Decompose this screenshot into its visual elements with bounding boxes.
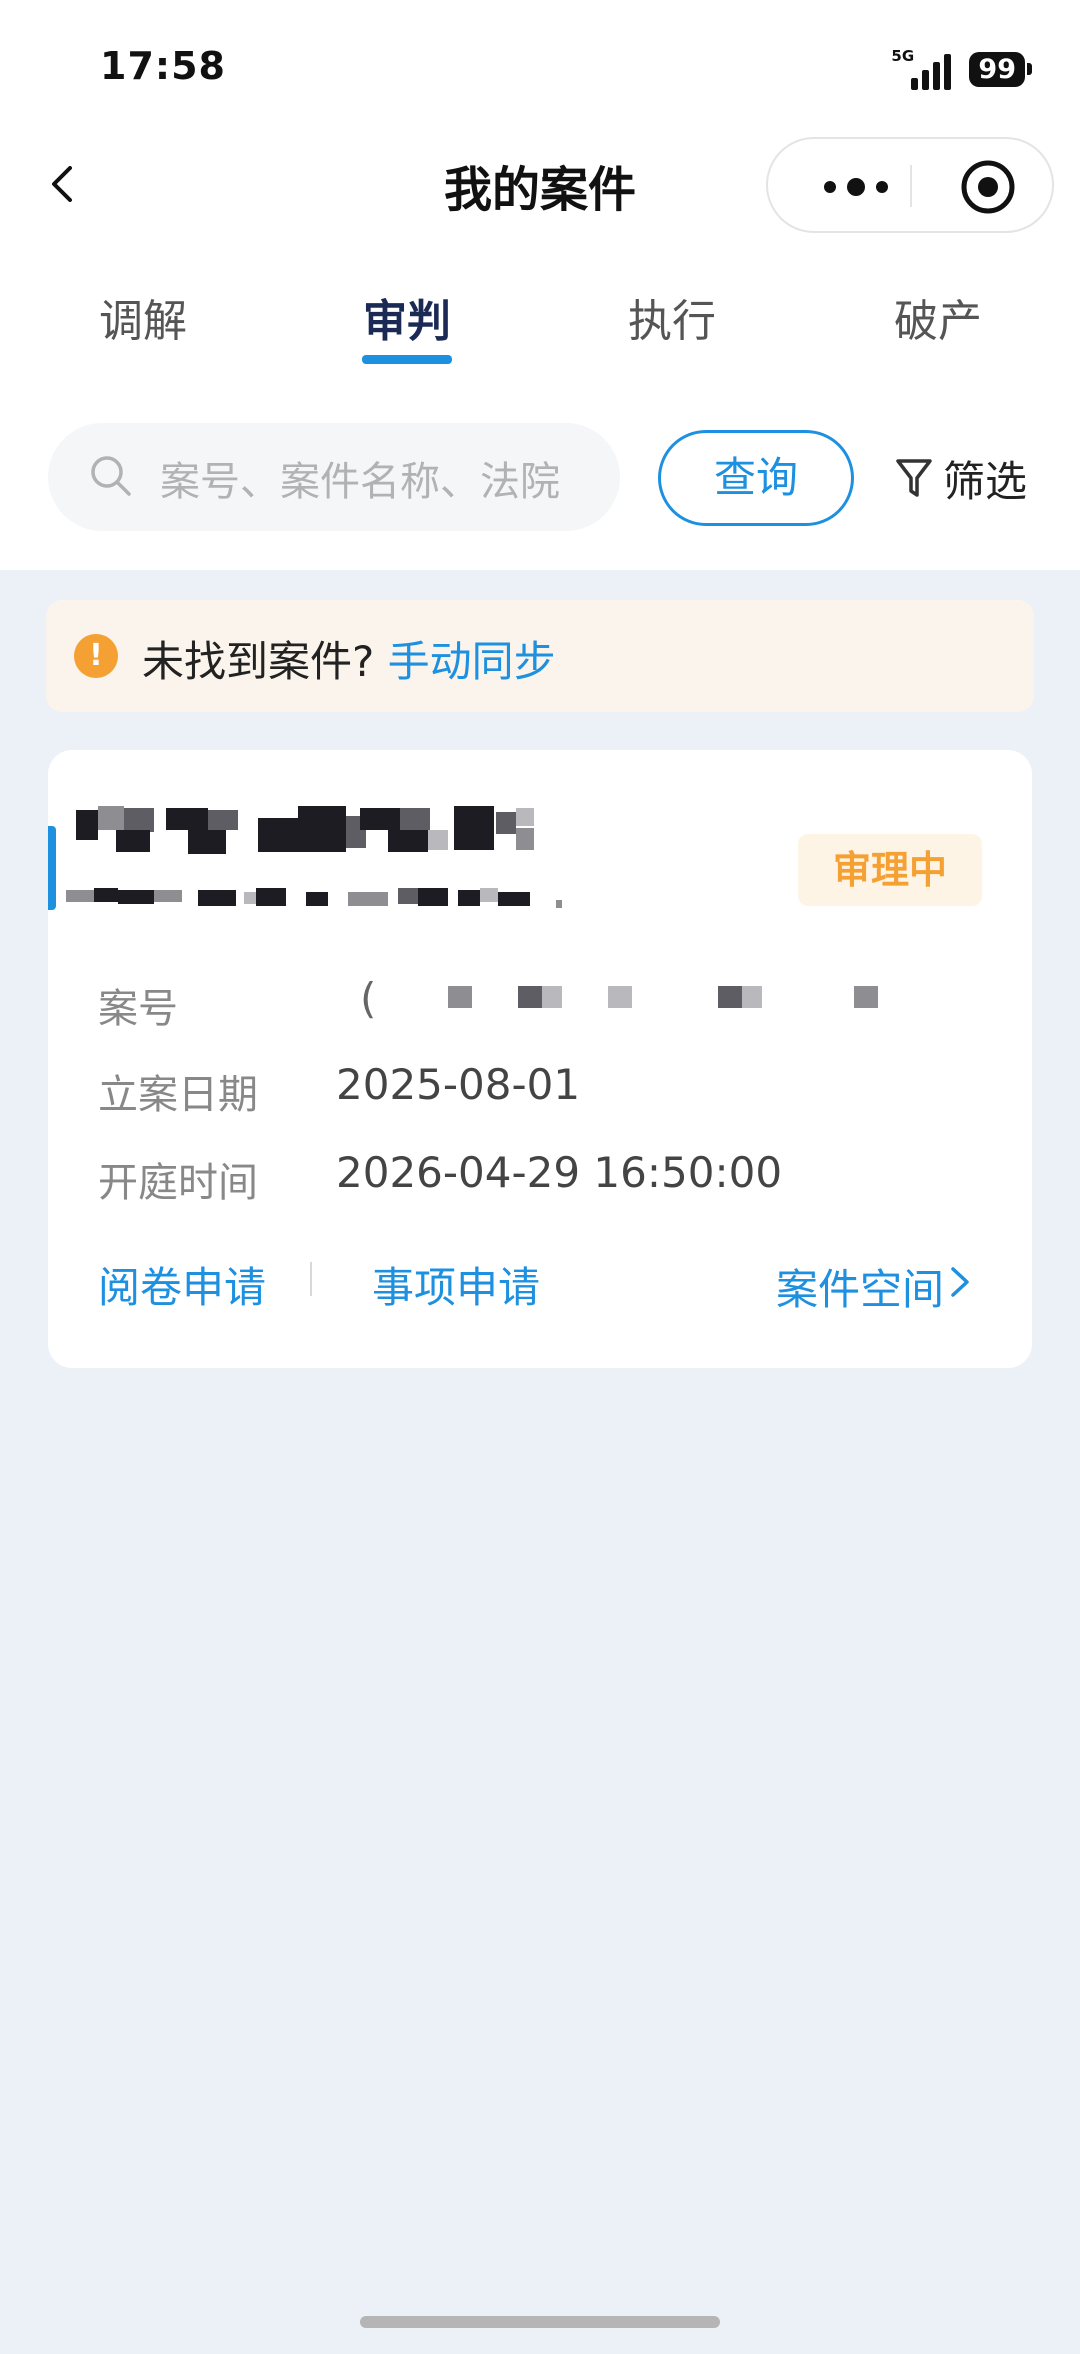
filing-date-value: 2025-08-01 xyxy=(336,1060,581,1109)
filing-date-label: 立案日期 xyxy=(98,1072,258,1118)
card-accent-bar xyxy=(48,826,56,910)
notice-text: 未找到案件? xyxy=(142,637,375,686)
search-placeholder: 案号、案件名称、法院 xyxy=(160,459,560,505)
cellular-signal-icon: 5G xyxy=(891,48,955,90)
hearing-time-value: 2026-04-29 16:50:00 xyxy=(336,1148,783,1197)
sync-notice: ! 未找到案件? 手动同步 xyxy=(46,600,1034,712)
filter-button[interactable]: 筛选 xyxy=(895,448,1027,509)
manual-sync-link[interactable]: 手动同步 xyxy=(388,637,556,686)
case-type-tabs: 调解 审判 执行 破产 xyxy=(0,285,1080,375)
close-target-icon[interactable] xyxy=(958,157,1018,217)
tab-trial[interactable]: 审判 xyxy=(363,285,451,349)
network-label: 5G xyxy=(891,47,915,65)
read-files-button[interactable]: 阅卷申请 xyxy=(98,1254,266,1315)
warning-icon: ! xyxy=(74,634,118,678)
active-tab-indicator xyxy=(362,355,452,364)
case-card[interactable]: 审理中 案号 ( 立案日期 2025-08-01 开庭时间 2026-04-29… xyxy=(48,750,1032,1368)
header-area: 17:58 5G 99 我的案件 调解 审判 执行 破产 案号、案件名称、法院 … xyxy=(0,0,1080,570)
tab-mediation[interactable]: 调解 xyxy=(99,285,187,349)
hearing-time-label: 开庭时间 xyxy=(98,1160,258,1206)
case-no-label: 案号 xyxy=(98,986,178,1032)
search-icon xyxy=(91,456,131,496)
battery-level: 99 xyxy=(969,51,1025,87)
action-divider xyxy=(310,1262,312,1296)
case-status-badge: 审理中 xyxy=(798,834,982,906)
status-icons: 5G 99 xyxy=(891,48,1032,90)
home-indicator xyxy=(360,2316,720,2328)
query-button[interactable]: 查询 xyxy=(658,430,854,526)
tab-execution[interactable]: 执行 xyxy=(628,285,716,349)
filter-label: 筛选 xyxy=(943,457,1028,506)
mini-program-capsule xyxy=(766,137,1054,233)
case-no-prefix: ( xyxy=(360,974,377,1023)
filter-funnel-icon xyxy=(896,458,932,497)
battery-icon: 99 xyxy=(969,51,1032,87)
search-input[interactable]: 案号、案件名称、法院 xyxy=(48,423,620,531)
item-request-button[interactable]: 事项申请 xyxy=(372,1254,540,1315)
status-time: 17:58 xyxy=(100,44,226,88)
more-icon[interactable] xyxy=(812,167,912,207)
tab-bankruptcy[interactable]: 破产 xyxy=(894,285,982,349)
case-space-button[interactable]: 案件空间 xyxy=(776,1256,944,1317)
chevron-right-icon[interactable] xyxy=(948,1264,972,1300)
